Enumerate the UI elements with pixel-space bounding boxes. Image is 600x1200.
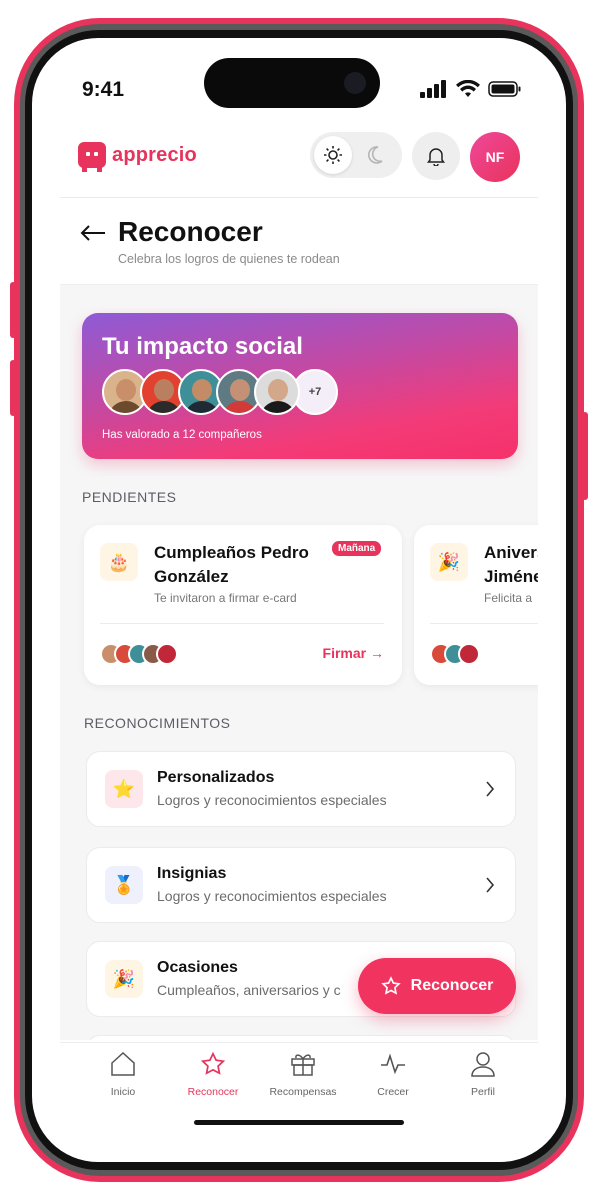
theme-toggle[interactable] — [310, 132, 402, 178]
pending-card-title: Aniversario Jiménez — [484, 543, 538, 586]
party-icon: 🎉 — [430, 543, 468, 581]
impact-card[interactable]: Tu impacto social +7 Has valorado a 12 c… — [82, 313, 518, 459]
nav-item-reconocer[interactable]: Reconocer — [168, 1051, 258, 1098]
divider — [430, 623, 538, 624]
recognition-item-insignias[interactable]: 🏅 Insignias Logros y reconocimientos esp… — [86, 847, 516, 923]
pending-section-label: PENDIENTES — [82, 489, 177, 505]
signal-icon — [420, 80, 446, 98]
recognition-item-personalizados[interactable]: ⭐ Personalizados Logros y reconocimiento… — [86, 751, 516, 827]
colleague-avatars: +7 — [102, 369, 338, 415]
nav-item-inicio[interactable]: Inicio — [78, 1051, 168, 1098]
status-icons — [420, 80, 522, 98]
fab-label: Reconocer — [410, 977, 494, 994]
brand-logo[interactable]: apprecio — [78, 142, 197, 172]
star-outline-icon — [380, 976, 401, 995]
nav-label: Crecer — [377, 1086, 409, 1098]
due-badge: Mañana — [332, 541, 382, 556]
recognition-item-description: Cumpleaños, aniversarios y c — [157, 982, 341, 998]
recognition-item-name: Ocasiones — [157, 959, 238, 976]
status-time: 9:41 — [82, 78, 125, 101]
camera-icon — [344, 72, 366, 94]
volume-up-button — [10, 282, 16, 338]
page-title: Reconocer — [118, 216, 263, 247]
recognitions-section-label: RECONOCIMIENTOS — [84, 715, 231, 731]
main-content: Tu impacto social +7 Has valorado a 12 c… — [60, 284, 538, 1040]
signer-avatars — [430, 643, 480, 665]
star-icon: ⭐ — [105, 770, 143, 808]
home-icon — [111, 1051, 135, 1076]
bottom-nav: Inicio Reconocer Recompensas Crecer Perf… — [60, 1042, 538, 1122]
pending-card[interactable]: 🎉 Aniversario Jiménez Felicita a — [414, 525, 538, 685]
recognition-item-partial[interactable] — [86, 1035, 516, 1040]
pending-card-title: Cumpleaños Pedro González — [154, 543, 309, 586]
notifications-button[interactable] — [412, 132, 460, 180]
nav-item-perfil[interactable]: Perfil — [438, 1051, 528, 1098]
dynamic-island — [204, 58, 380, 108]
star-icon — [200, 1051, 226, 1075]
nav-label: Perfil — [471, 1086, 495, 1098]
pending-card[interactable]: 🎂 Cumpleaños Pedro González Mañana Te in… — [84, 525, 402, 685]
party-popper-icon: 🎉 — [105, 960, 143, 998]
recognition-item-name: Insignias — [157, 865, 227, 882]
nav-label: Recompensas — [269, 1086, 337, 1098]
impact-summary: Has valorado a 12 compañeros — [102, 429, 262, 441]
recognition-item-description: Logros y reconocimientos especiales — [157, 888, 387, 904]
birthday-cake-icon: 🎂 — [100, 543, 138, 581]
medal-icon: 🏅 — [105, 866, 143, 904]
signer-avatars — [100, 643, 178, 665]
brand-name: apprecio — [112, 143, 197, 166]
pending-card-description: Felicita a — [484, 591, 533, 605]
gift-icon — [291, 1054, 315, 1076]
user-avatar[interactable]: NF — [470, 132, 520, 182]
recognition-item-description: Logros y reconocimientos especiales — [157, 792, 387, 808]
volume-down-button — [10, 360, 16, 416]
chevron-right-icon — [486, 877, 495, 893]
nav-item-crecer[interactable]: Crecer — [348, 1051, 438, 1098]
sun-icon — [324, 146, 342, 164]
avatar — [156, 643, 178, 665]
divider — [100, 623, 384, 624]
recognition-item-name: Personalizados — [157, 769, 275, 786]
page-subtitle: Celebra los logros de quienes te rodean — [118, 252, 340, 266]
app-header: apprecio NF — [60, 132, 538, 198]
logo-mark-icon — [78, 142, 106, 172]
light-mode-option[interactable] — [314, 136, 352, 174]
nav-item-recompensas[interactable]: Recompensas — [258, 1051, 348, 1098]
screen: 9:41 apprecio NF Reconocer Celebra los l… — [32, 38, 566, 1162]
avatar — [254, 369, 300, 415]
nav-label: Reconocer — [187, 1086, 239, 1098]
wifi-icon — [456, 80, 480, 97]
activity-icon — [381, 1053, 405, 1075]
recognize-fab-button[interactable]: Reconocer — [358, 958, 516, 1014]
battery-icon — [488, 81, 521, 97]
nav-label: Inicio — [110, 1086, 136, 1098]
back-arrow-icon[interactable] — [80, 224, 106, 242]
bell-icon — [427, 148, 445, 166]
chevron-right-icon — [486, 781, 495, 797]
impact-title: Tu impacto social — [102, 333, 303, 360]
home-indicator[interactable] — [194, 1120, 404, 1125]
avatar — [458, 643, 480, 665]
moon-icon — [368, 146, 383, 164]
sign-button[interactable]: Firmar → — [323, 645, 384, 661]
user-icon — [471, 1052, 495, 1077]
dark-mode-option[interactable] — [356, 136, 394, 174]
power-button — [582, 412, 588, 500]
pending-card-description: Te invitaron a firmar e-card — [154, 591, 297, 605]
